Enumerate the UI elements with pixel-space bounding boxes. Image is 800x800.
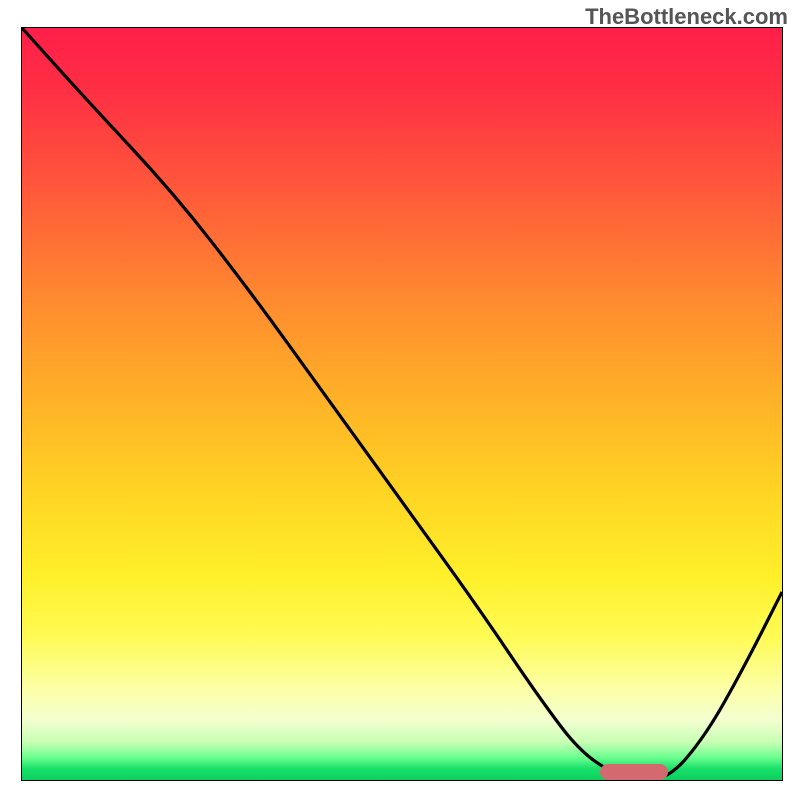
plot-area [22,28,782,780]
watermark-text: TheBottleneck.com [585,4,788,30]
optimal-range-marker [600,764,668,780]
curve-svg [22,28,782,780]
bottleneck-curve-path [22,28,782,780]
bottleneck-chart: TheBottleneck.com [0,0,800,800]
